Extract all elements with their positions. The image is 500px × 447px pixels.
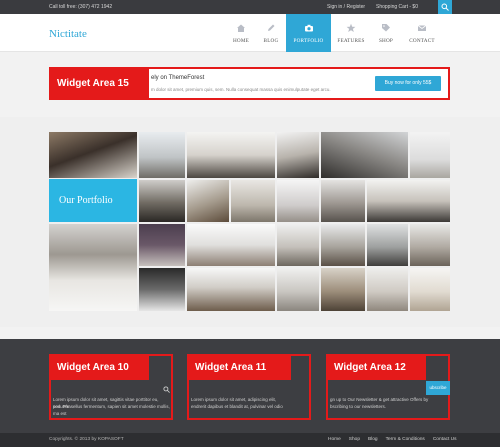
portfolio-thumb[interactable] (321, 180, 365, 222)
nav-label: PORTFOLIO (293, 38, 324, 44)
portfolio-thumb[interactable] (231, 180, 275, 222)
copyright: Copyrights. © 2013 by KOPASOFT (49, 437, 124, 442)
widget-area-12: Widget Area 12 ubscribe gn up to Our New… (326, 354, 450, 420)
portfolio-thumb[interactable] (277, 268, 319, 311)
portfolio-thumb[interactable] (410, 268, 450, 311)
widget-area-label: Widget Area 11 (189, 356, 291, 380)
site-header: Nictitate HOME BLOG PORTFOLIO FEATURES S… (0, 14, 500, 52)
portfolio-thumb[interactable] (187, 132, 275, 178)
nav-label: BLOG (263, 38, 279, 44)
portfolio-thumb[interactable] (187, 268, 275, 311)
pencil-icon (268, 24, 275, 31)
star-icon (346, 23, 356, 32)
page: Call toll free: (307) 472 1942 Sign in /… (0, 0, 500, 447)
footer-link-shop[interactable]: Shop (349, 437, 360, 442)
footer-link-blog[interactable]: Blog (368, 437, 378, 442)
widget-text-line: bscribing to our newsletters. (330, 404, 387, 409)
tag-icon (382, 24, 390, 32)
portfolio-thumb[interactable] (410, 132, 450, 178)
portfolio-heading: Our Portfolio (49, 179, 137, 222)
nav-label: CONTACT (409, 38, 435, 44)
portfolio-thumb[interactable] (367, 268, 408, 311)
search-icon (441, 3, 449, 11)
portfolio-thumb[interactable] (139, 132, 185, 178)
portfolio-thumb[interactable] (277, 224, 319, 266)
widget-text-line: sed. Phasellus fermentum, sapien sit ame… (53, 404, 170, 409)
portfolio-thumb[interactable] (321, 268, 365, 311)
nav-item-features[interactable]: FEATURES (331, 14, 371, 52)
nav-item-blog[interactable]: BLOG (256, 14, 286, 52)
widget-area-10: Widget Area 10 Lorem ipsum dolor sit ame… (49, 354, 173, 420)
portfolio-grid: Our Portfolio (49, 132, 450, 311)
portfolio-thumb[interactable] (321, 224, 365, 266)
portfolio-thumb[interactable] (187, 224, 275, 266)
portfolio-thumb[interactable] (49, 224, 137, 311)
widget-area-label: Widget Area 10 (51, 356, 149, 380)
banner-subtext: m dolor sit amet, premium quis, sem. Nul… (151, 87, 331, 92)
nav-label: SHOP (378, 38, 394, 44)
widget-text-line: gn up to Our Newsletter & get attractive… (330, 397, 429, 402)
top-bar: Call toll free: (307) 472 1942 Sign in /… (0, 0, 500, 14)
footer-link-home[interactable]: Home (328, 437, 341, 442)
nav-item-contact[interactable]: CONTACT (401, 14, 443, 52)
nav-label: FEATURES (337, 38, 365, 44)
portfolio-thumb[interactable] (139, 180, 185, 222)
portfolio-thumb[interactable] (410, 224, 450, 266)
footer-link-contact[interactable]: Contact Us (433, 437, 457, 442)
widget-area-label: Widget Area 15 (51, 69, 149, 98)
bottom-bar: Copyrights. © 2013 by KOPASOFT Home Shop… (0, 433, 500, 447)
envelope-icon (417, 25, 427, 31)
nav-item-portfolio[interactable]: PORTFOLIO (286, 14, 331, 52)
home-icon (237, 24, 245, 32)
search-icon[interactable] (163, 386, 170, 393)
nav-item-home[interactable]: HOME (226, 14, 256, 52)
portfolio-thumb[interactable] (367, 180, 450, 222)
portfolio-thumb[interactable] (367, 224, 408, 266)
widget-area-11: Widget Area 11 Lorem ipsum dolor sit ame… (187, 354, 311, 420)
portfolio-thumb[interactable] (49, 132, 137, 178)
subscribe-button[interactable]: ubscribe (426, 381, 450, 395)
widget-text-line: ma est (53, 411, 67, 416)
footer-widgets: Widget Area 10 Lorem ipsum dolor sit ame… (0, 339, 500, 433)
widget-text-line: Lorem ipsum dolor sit amet, adipiscing e… (191, 397, 277, 402)
portfolio-thumb[interactable] (321, 132, 408, 178)
sign-in-link[interactable]: Sign in / Register (327, 4, 365, 10)
portfolio-thumb[interactable] (139, 224, 185, 266)
portfolio-thumb[interactable] (139, 268, 185, 311)
buy-now-button[interactable]: Buy now for only 55$ (375, 76, 441, 91)
promo-banner: Widget Area 15 ely on ThemeForest m dolo… (49, 67, 450, 100)
widget-area-label: Widget Area 12 (328, 356, 426, 380)
footer-link-terms[interactable]: Term & Conditions (386, 437, 425, 442)
shopping-cart-link[interactable]: Shopping Cart - $0 (376, 4, 418, 10)
portfolio-thumb[interactable] (187, 180, 229, 222)
site-logo[interactable]: Nictitate (49, 28, 87, 40)
portfolio-section: Our Portfolio (0, 117, 500, 327)
footer-links: Home Shop Blog Term & Conditions Contact… (328, 437, 457, 442)
nav-label: HOME (232, 38, 250, 44)
portfolio-thumb[interactable] (277, 180, 319, 222)
phone-number: Call toll free: (307) 472 1942 (49, 4, 113, 10)
widget-text-line: endrerit dapibus et blandit at, pulvinar… (191, 404, 283, 409)
nav-item-shop[interactable]: SHOP (371, 14, 401, 52)
banner-headline: ely on ThemeForest (151, 75, 205, 81)
camera-icon (304, 24, 313, 32)
search-button[interactable] (438, 0, 452, 14)
portfolio-thumb[interactable] (277, 132, 319, 178)
main-nav: HOME BLOG PORTFOLIO FEATURES SHOP CONTAC… (226, 14, 443, 52)
